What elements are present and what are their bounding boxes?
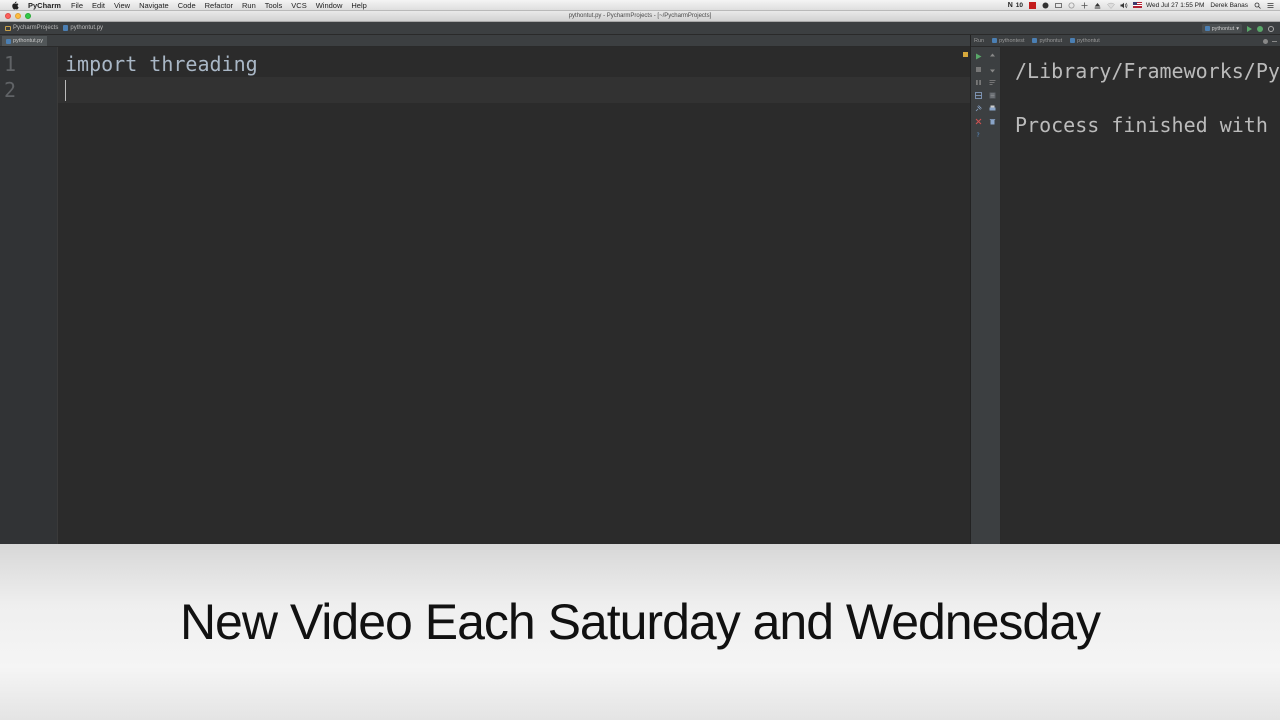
notification-center-icon[interactable] [1267,2,1274,9]
menu-vcs[interactable]: VCS [291,0,306,11]
menu-navigate[interactable]: Navigate [139,0,169,11]
python-file-icon [63,25,69,31]
menu-edit[interactable]: Edit [92,0,105,11]
menu-code[interactable]: Code [178,0,196,11]
rerun-icon[interactable] [975,53,982,60]
help-icon[interactable]: ? [975,131,982,138]
volume-icon[interactable] [1120,2,1128,9]
menu-extras: N 10 Wed Jul 27 1:55 PM Derek Banas [1008,0,1274,11]
line-number: 1 [4,52,17,76]
python-file-icon [1032,38,1038,43]
run-panel-label: Run [974,37,985,44]
menu-window[interactable]: Window [316,0,343,11]
console-line: /Library/Frameworks/Py [1015,59,1280,83]
python-file-icon [992,38,998,43]
run-tab-pythontut[interactable]: pythontut [1032,38,1062,44]
run-tab-label: pythontut [1077,37,1100,44]
layout-icon[interactable] [975,92,982,99]
run-configuration-select[interactable]: pythontut ▾ [1201,24,1242,33]
eject-icon[interactable] [1094,2,1101,9]
menu-refactor[interactable]: Refactor [205,0,233,11]
line-number-gutter[interactable]: 1 2 [0,47,58,544]
menu-user-name[interactable]: Derek Banas [1210,2,1248,9]
apple-icon[interactable] [10,0,20,10]
run-tab-pythontut-active[interactable]: pythontut [1070,38,1100,44]
folder-icon [5,25,11,31]
hide-panel-icon[interactable] [1272,40,1277,42]
breadcrumb-project[interactable]: PycharmProjects [5,25,58,31]
text-caret [65,80,66,101]
navigation-bar: PycharmProjects pythontut.py pythontut ▾ [0,22,1280,35]
run-icon[interactable] [1247,25,1252,32]
window-title: pythontut.py - PycharmProjects - [~/Pych… [568,13,712,19]
arrow-down-icon[interactable] [989,66,996,73]
run-tool-window: Run pythontest pythontut pythontut ? /Li… [970,35,1280,544]
scroll-to-end-icon[interactable] [989,92,996,99]
spotlight-search-icon[interactable] [1254,2,1261,9]
menu-run[interactable]: Run [242,0,256,11]
menu-help[interactable]: Help [351,0,366,11]
menu-app-name[interactable]: PyCharm [28,0,61,11]
console-output[interactable]: /Library/Frameworks/Py Process finished … [1001,47,1280,544]
search-everywhere-icon[interactable] [1268,25,1274,32]
line-number: 2 [4,78,17,102]
menu-clock[interactable]: Wed Jul 27 1:55 PM [1146,2,1204,9]
run-tab-bar: Run pythontest pythontut pythontut [971,35,1280,47]
editor-tab-row: pythontut.py [0,35,970,47]
wifi-icon[interactable] [1107,2,1115,9]
trash-icon[interactable] [989,118,996,125]
run-panel-header-icons [1263,35,1277,47]
system-menu-bar: PyCharm File Edit View Navigate Code Ref… [0,0,1280,11]
debug-icon[interactable] [1257,25,1263,32]
code-line[interactable]: import threading [65,52,258,76]
stop-icon[interactable] [975,66,982,73]
pin-icon[interactable] [975,105,982,112]
python-file-icon [1204,26,1210,31]
run-tab-pythontest[interactable]: pythontest [992,38,1024,44]
run-tab-label: pythontest [999,37,1025,44]
run-side-toolbar: ? [971,47,1001,544]
editor-tab-pythontut[interactable]: pythontut.py [2,36,47,46]
flag-icon[interactable] [1133,2,1142,9]
chevron-down-icon: ▾ [1236,25,1239,32]
soft-wrap-icon[interactable] [989,79,996,86]
current-line-highlight [58,77,970,103]
breadcrumb-project-label: PycharmProjects [13,25,59,31]
print-icon[interactable] [989,105,996,112]
move-icon[interactable] [1081,2,1088,9]
svg-text:?: ? [977,132,980,138]
drive-icon[interactable] [1055,2,1062,9]
letter-n-icon: N [1007,2,1013,9]
console-line: Process finished with [1015,113,1268,137]
python-file-icon [6,38,11,44]
arrow-up-icon[interactable] [989,53,996,60]
menu-file[interactable]: File [71,0,83,11]
run-toolbar: pythontut ▾ [1201,22,1274,35]
window-title-bar: pythontut.py - PycharmProjects - [~/Pych… [0,11,1280,22]
breadcrumb-file-label: pythontut.py [70,25,104,31]
sync-icon[interactable] [1068,2,1075,9]
editor-tab-label: pythontut.py [13,38,43,44]
python-file-icon [1070,38,1076,43]
run-tab-label: pythontut [1039,37,1063,44]
pause-icon[interactable] [975,79,982,86]
warning-marker-icon[interactable] [963,52,968,57]
gear-icon[interactable] [1263,38,1268,44]
code-editor[interactable]: 1 2 import threading [0,47,970,544]
record-icon[interactable] [1029,2,1036,9]
breadcrumb-file[interactable]: pythontut.py [63,25,103,31]
menu-tools[interactable]: Tools [265,0,283,11]
close-icon[interactable] [975,118,982,125]
menu-view[interactable]: View [114,0,130,11]
caption-text: New Video Each Saturday and Wednesday [179,594,1101,650]
creative-cloud-icon[interactable] [1042,2,1049,9]
tray-badge-count: 10 [1015,2,1023,9]
run-configuration-label: pythontut [1211,25,1235,32]
tray-notification-badge[interactable]: N 10 [1008,2,1023,9]
